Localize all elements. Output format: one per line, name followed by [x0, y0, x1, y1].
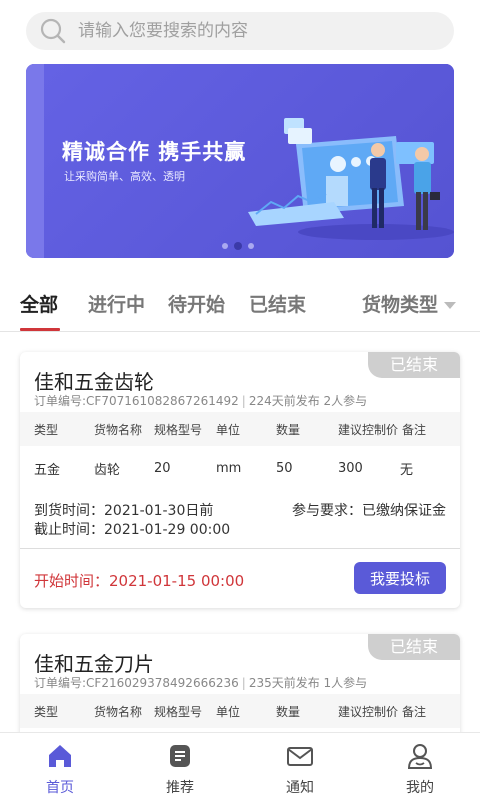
status-badge: 已结束: [368, 634, 460, 660]
nav-profile[interactable]: 我的: [360, 733, 480, 800]
card-meta: 订单编号:CF216029378492666236 | 235天前发布 1人参与: [34, 676, 368, 690]
cell-unit: mm: [216, 460, 242, 476]
participant-count: 1人参与: [323, 676, 368, 690]
tab-goods-type[interactable]: 货物类型: [362, 290, 457, 317]
search-icon: [40, 18, 66, 44]
order-number: 订单编号:CF216029378492666236: [34, 676, 239, 690]
banner-prev-edge: [26, 64, 44, 258]
table-row: 五金 齿轮 20 mm 50 300 无: [20, 448, 460, 488]
deadline-time: 截止时间：2021-01-29 00:00: [34, 522, 231, 538]
status-badge: 已结束: [368, 352, 460, 378]
nav-notifications-label: 通知: [286, 780, 314, 796]
cell-spec: 20: [154, 460, 171, 476]
nav-recommend[interactable]: 推荐: [120, 733, 240, 800]
table-header: 类型 货物名称 规格型号 单位 数量 建议控制价 备注: [20, 412, 460, 446]
cell-type: 五金: [34, 462, 61, 478]
col-price: 建议控制价: [338, 704, 399, 719]
col-unit: 单位: [216, 704, 241, 719]
participant-count: 2人参与: [323, 394, 368, 408]
nav-notifications[interactable]: 通知: [240, 733, 360, 800]
col-type: 类型: [34, 422, 59, 437]
promo-banner[interactable]: 精诚合作 携手共赢 让采购简单、高效、透明: [26, 64, 454, 258]
col-spec: 规格型号: [154, 422, 203, 437]
nav-recommend-label: 推荐: [166, 780, 194, 796]
home-icon: [49, 745, 71, 767]
search-bar[interactable]: [26, 12, 454, 50]
col-price: 建议控制价: [338, 422, 399, 437]
cell-price: 300: [338, 460, 363, 476]
col-goods-name: 货物名称: [94, 422, 143, 437]
col-quantity: 数量: [276, 704, 301, 719]
col-quantity: 数量: [276, 422, 301, 437]
tab-pending[interactable]: 待开始: [168, 290, 225, 317]
order-number: 订单编号:CF707161082867261492: [34, 394, 239, 408]
nav-profile-label: 我的: [406, 780, 434, 796]
col-remark: 备注: [402, 704, 427, 719]
nav-home[interactable]: 首页: [0, 733, 120, 800]
tab-goods-type-label: 货物类型: [362, 294, 439, 316]
bid-button[interactable]: 我要投标: [354, 562, 446, 594]
published-time: 224天前发布: [248, 394, 320, 408]
start-time: 开始时间：2021-01-15 00:00: [34, 572, 245, 590]
tab-in-progress[interactable]: 进行中: [88, 290, 145, 317]
carousel-dot[interactable]: [248, 243, 254, 249]
business-illustration: [248, 118, 454, 240]
cell-quantity: 50: [276, 460, 293, 476]
search-input[interactable]: [78, 21, 418, 41]
card-title: 佳和五金刀片: [34, 652, 154, 676]
tab-ended[interactable]: 已结束: [249, 290, 306, 317]
published-time: 235天前发布: [248, 676, 320, 690]
chevron-down-icon: [444, 302, 457, 309]
mail-icon: [287, 747, 313, 766]
col-type: 类型: [34, 704, 59, 719]
nav-home-label: 首页: [46, 780, 74, 796]
active-tab-indicator: [20, 328, 60, 331]
carousel-dots: [222, 242, 254, 250]
col-spec: 规格型号: [154, 704, 203, 719]
tab-all[interactable]: 全部: [20, 290, 58, 317]
card-title: 佳和五金齿轮: [34, 370, 154, 394]
recommend-icon: [170, 745, 190, 767]
col-unit: 单位: [216, 422, 241, 437]
col-goods-name: 货物名称: [94, 704, 143, 719]
participation-requirement: 参与要求：已缴纳保证金: [292, 503, 446, 519]
card-divider: [20, 548, 460, 549]
carousel-dot-active[interactable]: [234, 242, 242, 250]
filter-tabs: 全部 进行中 待开始 已结束 货物类型: [0, 282, 480, 332]
banner-subtitle: 让采购简单、高效、透明: [64, 170, 185, 183]
banner-title: 精诚合作 携手共赢: [62, 140, 247, 164]
col-remark: 备注: [402, 422, 427, 437]
cell-remark: 无: [400, 462, 414, 478]
card-meta: 订单编号:CF707161082867261492 | 224天前发布 2人参与: [34, 394, 368, 408]
carousel-dot[interactable]: [222, 243, 228, 249]
user-icon: [407, 744, 433, 769]
tender-card[interactable]: 已结束 佳和五金齿轮 订单编号:CF707161082867261492 | 224…: [20, 352, 460, 608]
cell-goods-name: 齿轮: [94, 462, 121, 478]
table-header: 类型 货物名称 规格型号 单位 数量 建议控制价 备注: [20, 694, 460, 728]
bottom-nav: 首页 推荐 通知 我的: [0, 732, 480, 800]
arrival-time: 到货时间：2021-01-30日前: [34, 503, 214, 519]
